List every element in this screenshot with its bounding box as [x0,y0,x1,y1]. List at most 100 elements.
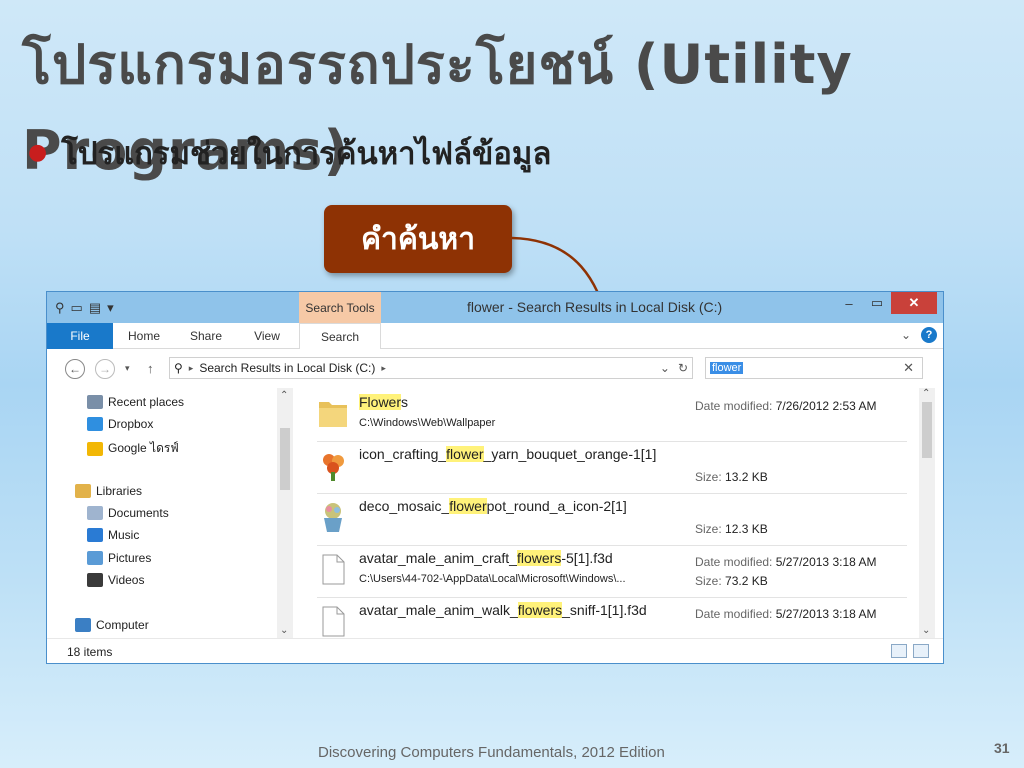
quick-access-toolbar: ⚲ ▭ ▤ ▾ [55,300,114,316]
scroll-up-icon[interactable]: ⌃ [280,390,288,401]
videos-icon [87,573,103,587]
search-tools-context-tab: Search Tools [299,292,381,323]
search-input[interactable]: flower ✕ [705,357,923,379]
search-keyword-callout: คำค้นหา [324,205,512,273]
back-icon[interactable]: ← [65,359,85,379]
result-row[interactable]: Flowers C:\Windows\Web\Wallpaper Date mo… [317,390,913,442]
dropbox-icon [87,417,103,431]
scroll-down-icon[interactable]: ⌄ [922,625,930,636]
expand-ribbon-icon[interactable]: ⌄ [901,328,911,342]
flower-image-icon [323,454,344,481]
documents-icon [87,506,103,520]
result-name: Flowers [359,394,409,410]
result-row[interactable]: deco_mosaic_flowerpot_round_a_icon-2[1] … [317,494,913,546]
up-arrow-icon[interactable]: ↑ [147,361,154,376]
recent-places-icon [87,395,103,409]
search-results-list: Flowers C:\Windows\Web\Wallpaper Date mo… [317,388,913,638]
ribbon-right-controls: ⌄ ? [901,327,937,343]
address-right-controls: ⌄ ↻ [660,361,688,375]
navigation-scrollbar[interactable]: ⌃ ⌄ [277,388,293,638]
scroll-up-icon[interactable]: ⌃ [922,388,930,399]
nav-item-libraries[interactable]: Libraries [75,484,142,498]
tab-file[interactable]: File [47,323,113,349]
location-search-icon: ⚲ [174,361,183,375]
view-buttons [891,644,929,658]
title-bar[interactable]: ⚲ ▭ ▤ ▾ Search Tools flower - Search Res… [47,292,943,323]
address-text: Search Results in Local Disk (C:) [199,361,376,375]
ribbon-tabs: File Home Share View Search ⌄ ? [47,323,943,349]
computer-icon [75,618,91,632]
breadcrumb-chevron-icon[interactable]: ▸ [381,363,386,374]
nav-item-documents[interactable]: Documents [87,506,169,520]
tab-search[interactable]: Search [299,323,381,349]
nav-item-pictures[interactable]: Pictures [87,551,151,565]
result-name: avatar_male_anim_craft_flowers-5[1].f3d [359,550,613,566]
file-icon [322,606,345,637]
search-value: flower [710,362,744,374]
result-row[interactable]: avatar_male_anim_craft_flowers-5[1].f3d … [317,546,913,598]
window-controls: – ▭ ✕ [835,292,937,314]
bullet-text: โปรแกรมช่วยในการค้นหาไฟล์ข้อมูล [61,136,552,172]
tab-view[interactable]: View [237,323,297,349]
result-date: Date modified: 7/26/2012 2:53 AM [695,399,877,413]
close-icon[interactable]: ✕ [891,292,937,314]
result-name: icon_crafting_flower_yarn_bouquet_orange… [359,446,657,462]
result-row[interactable]: icon_crafting_flower_yarn_bouquet_orange… [317,442,913,494]
page-number: 31 [994,740,1010,756]
address-field[interactable]: ⚲ ▸ Search Results in Local Disk (C:) ▸ … [169,357,693,379]
file-icon [322,554,345,585]
clear-search-icon[interactable]: ✕ [903,360,914,376]
address-bar: ← → ▾ ↑ ⚲ ▸ Search Results in Local Disk… [47,351,943,387]
refresh-icon[interactable]: ↻ [678,361,688,375]
nav-item-videos[interactable]: Videos [87,573,144,587]
results-scrollbar[interactable]: ⌃ ⌄ [919,388,935,638]
nav-item-recent-places[interactable]: Recent places [87,395,184,409]
folder-icon [319,402,347,427]
help-icon[interactable]: ? [921,327,937,343]
bullet-row: ● โปรแกรมช่วยในการค้นหาไฟล์ข้อมูล [28,128,551,178]
item-count: 18 items [67,644,113,659]
scroll-down-icon[interactable]: ⌄ [280,625,288,636]
scrollbar-thumb[interactable] [922,402,932,458]
slide-footer: Discovering Computers Fundamentals, 2012… [318,744,665,761]
result-path: C:\Users\44-702-\AppData\Local\Microsoft… [359,573,626,585]
result-row[interactable]: avatar_male_anim_walk_flowers_sniff-1[1]… [317,598,913,638]
google-drive-icon [87,441,103,456]
recent-locations-icon[interactable]: ▾ [125,363,130,374]
music-icon [87,528,103,542]
bullet-dot-icon: ● [28,140,48,165]
address-dropdown-icon[interactable]: ⌄ [660,361,670,375]
status-bar: 18 items [47,638,943,664]
large-icons-view-icon[interactable] [913,644,929,658]
result-size: Size: 12.3 KB [695,522,768,536]
nav-item-google-drive[interactable]: Google ไดรฟ์ [87,439,179,458]
details-view-icon[interactable] [891,644,907,658]
result-date: Date modified: 5/27/2013 3:18 AM [695,555,877,569]
nav-item-computer[interactable]: Computer [75,618,149,632]
minimize-icon[interactable]: – [835,292,863,314]
search-icon[interactable]: ⚲ [55,300,65,316]
result-path: C:\Windows\Web\Wallpaper [359,417,496,429]
nav-item-dropbox[interactable]: Dropbox [87,417,153,431]
nav-item-music[interactable]: Music [87,528,139,542]
scrollbar-thumb[interactable] [280,428,290,490]
customize-dropdown-icon[interactable]: ▾ [107,300,114,316]
new-folder-icon[interactable]: ▤ [89,300,101,316]
tab-home[interactable]: Home [113,323,175,349]
window-title: flower - Search Results in Local Disk (C… [467,299,723,315]
tab-share[interactable]: Share [175,323,237,349]
result-name: avatar_male_anim_walk_flowers_sniff-1[1]… [359,602,647,618]
result-name: deco_mosaic_flowerpot_round_a_icon-2[1] [359,498,627,514]
result-size: Size: 13.2 KB [695,470,768,484]
maximize-icon[interactable]: ▭ [863,292,891,314]
result-date: Date modified: 5/27/2013 3:18 AM [695,607,877,621]
result-size: Size: 73.2 KB [695,574,768,588]
properties-icon[interactable]: ▭ [71,300,83,316]
explorer-window: ⚲ ▭ ▤ ▾ Search Tools flower - Search Res… [46,291,944,664]
forward-icon[interactable]: → [95,359,115,379]
breadcrumb-chevron-icon: ▸ [188,362,194,373]
libraries-icon [75,484,91,498]
navigation-pane: Recent places Dropbox Google ไดรฟ์ Libra… [47,388,295,638]
pictures-icon [87,551,103,565]
flowerpot-image-icon [324,503,342,532]
